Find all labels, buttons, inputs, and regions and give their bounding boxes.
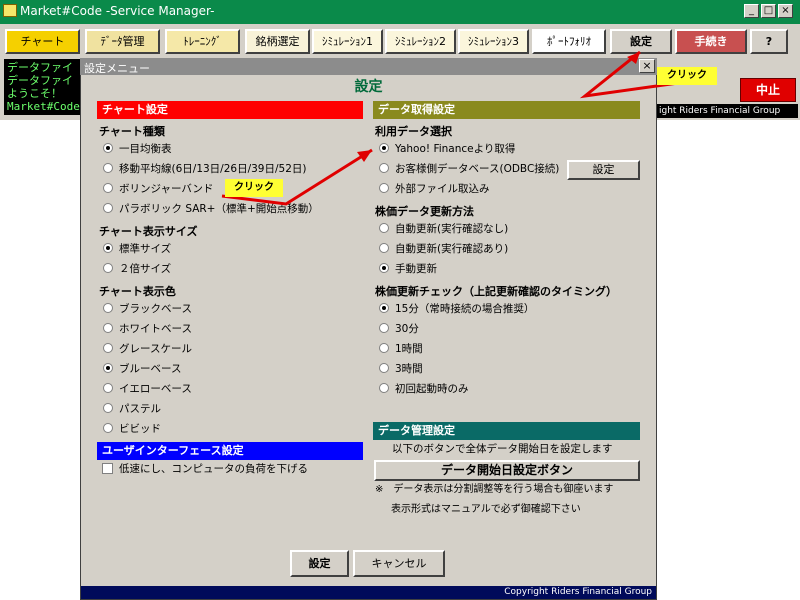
annotation-arrows bbox=[221, 50, 701, 206]
callout-click-settings: クリック bbox=[657, 67, 717, 85]
callout-click-yahoo: クリック bbox=[225, 179, 283, 197]
arrowhead-yahoo-option bbox=[357, 150, 372, 162]
